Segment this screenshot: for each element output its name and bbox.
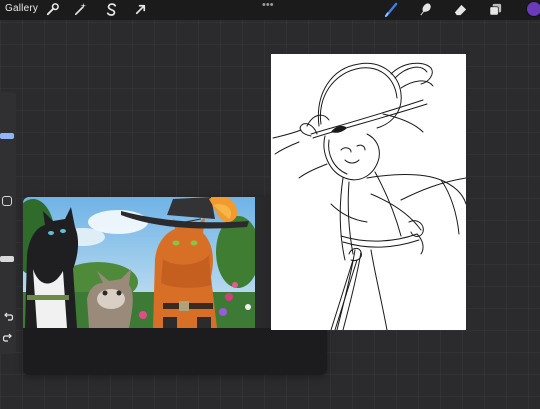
sketch-strokes — [272, 62, 466, 330]
reference-photo — [23, 197, 255, 328]
layers-icon[interactable] — [488, 2, 503, 17]
gallery-button[interactable]: Gallery — [5, 3, 38, 14]
brush-icon[interactable] — [384, 2, 399, 17]
brush-size-slider[interactable] — [0, 133, 14, 139]
magic-wand-icon[interactable] — [73, 2, 88, 17]
undo-icon[interactable] — [2, 311, 14, 323]
selection-s-icon[interactable] — [104, 2, 119, 17]
opacity-slider[interactable] — [0, 256, 14, 262]
drawing-canvas[interactable] — [271, 54, 466, 330]
left-sidebar — [0, 92, 16, 354]
wrench-icon[interactable] — [45, 2, 60, 17]
color-picker-button[interactable] — [527, 2, 540, 16]
smudge-icon[interactable] — [418, 2, 433, 17]
redo-icon[interactable] — [2, 332, 14, 344]
modify-button[interactable] — [2, 196, 12, 206]
transform-arrow-icon[interactable] — [133, 2, 148, 17]
top-toolbar: Gallery ••• — [0, 0, 540, 20]
eraser-icon[interactable] — [453, 2, 468, 17]
more-dots-icon[interactable]: ••• — [262, 0, 274, 11]
